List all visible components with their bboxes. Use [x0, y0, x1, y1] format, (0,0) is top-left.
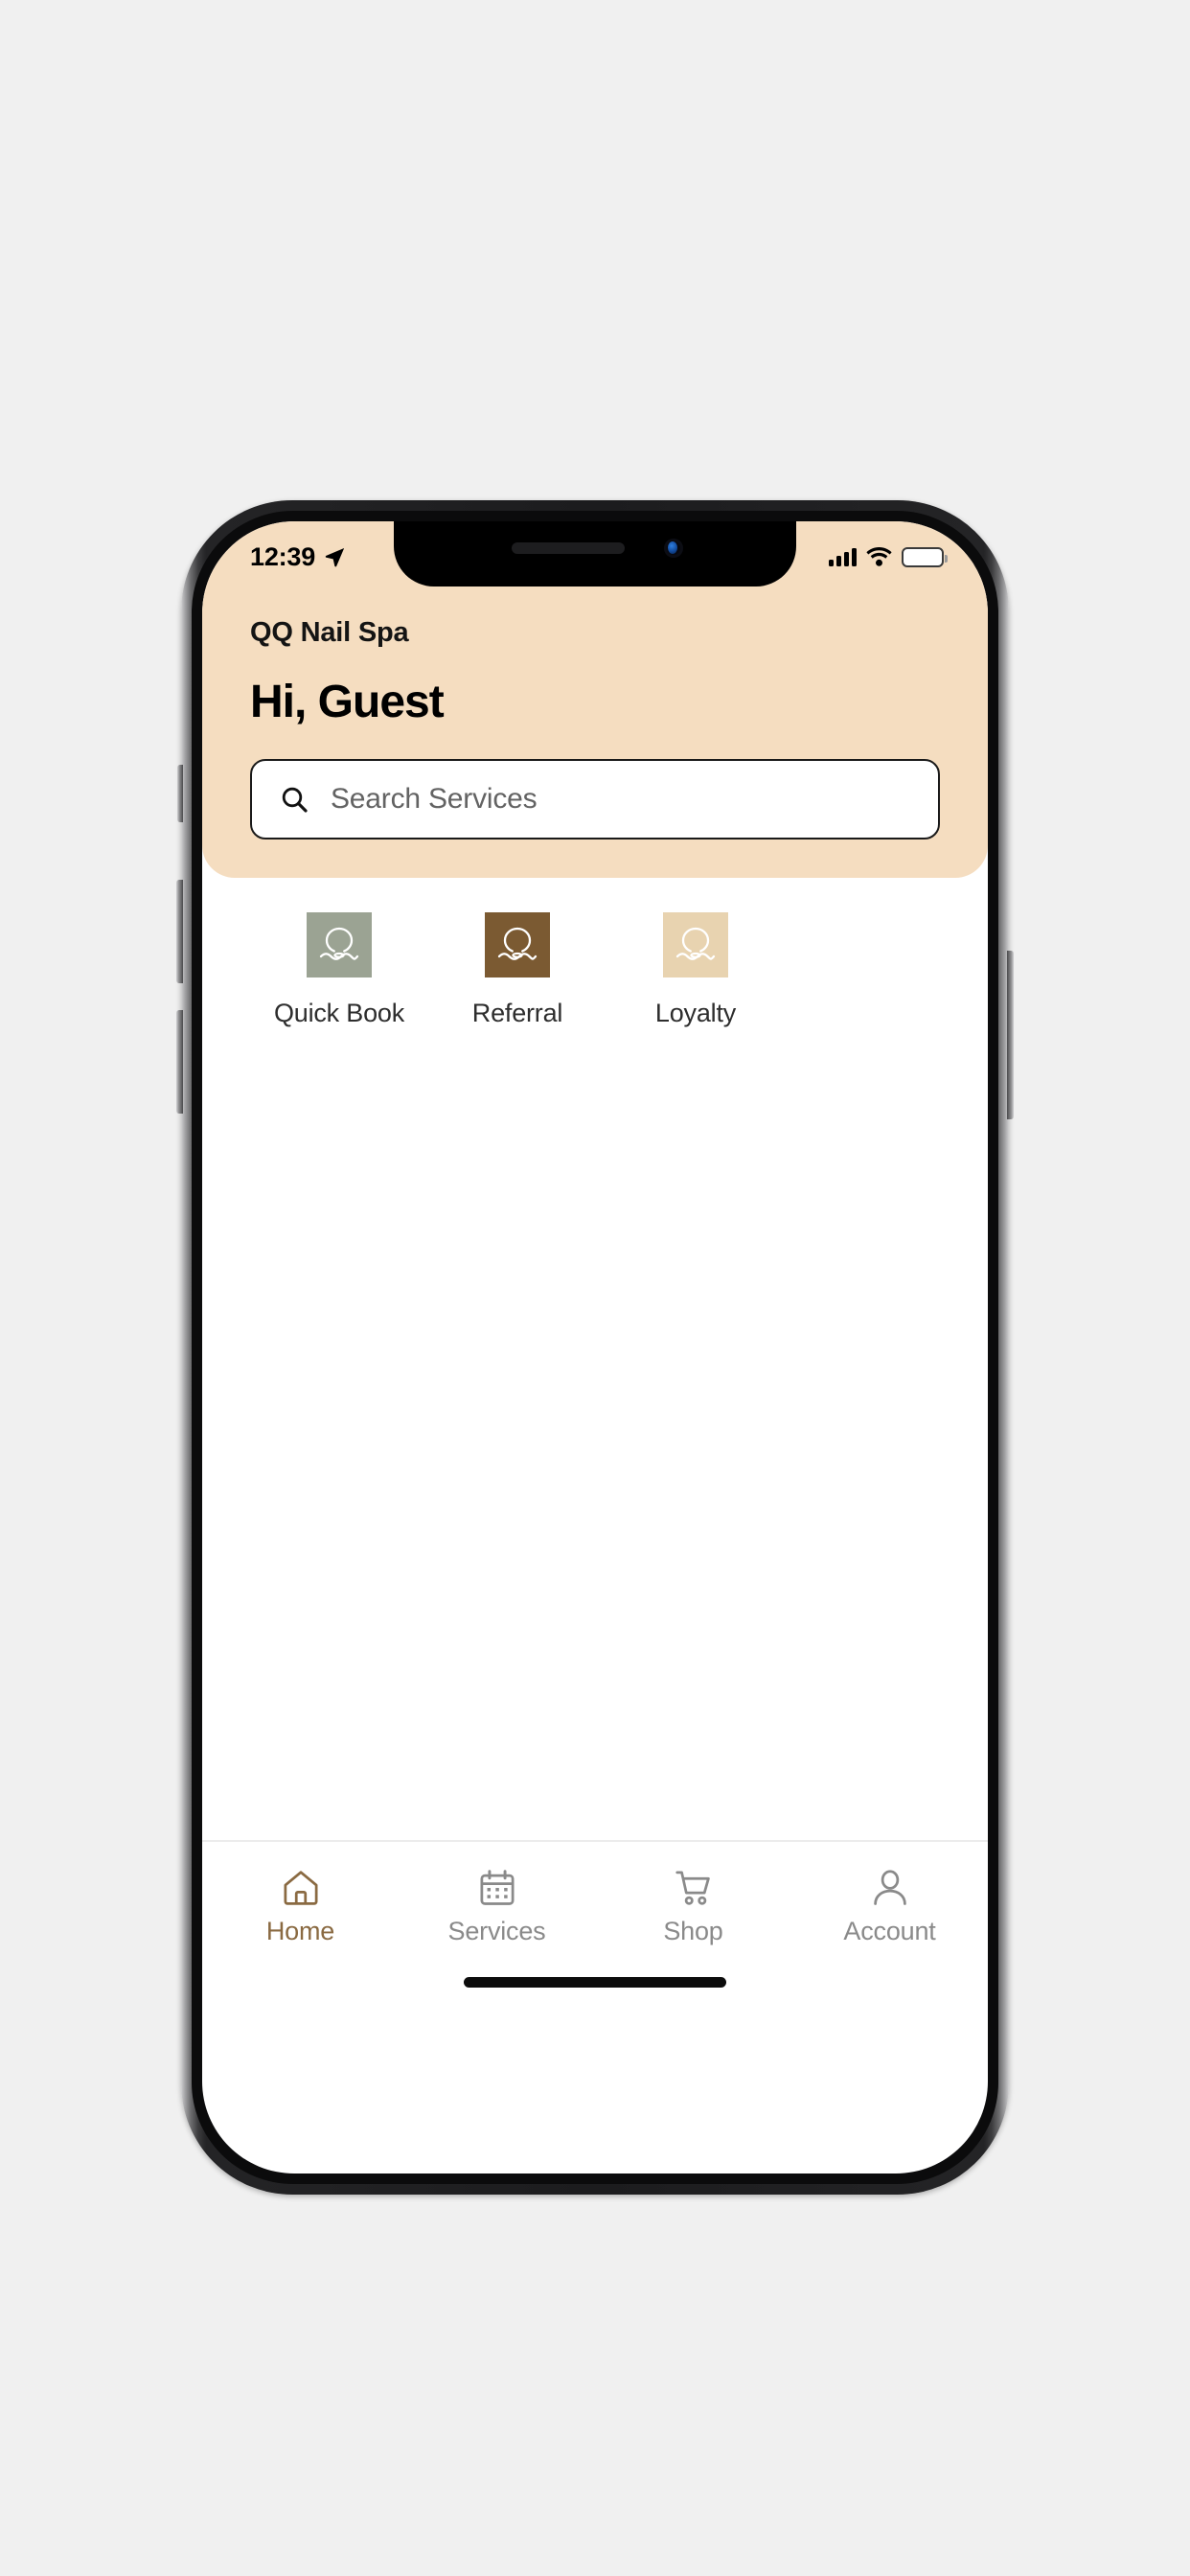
qq-logo-icon [319, 927, 359, 960]
search-icon [282, 787, 308, 813]
search-section: Search Services [202, 728, 988, 878]
status-time: 12:39 [250, 541, 316, 571]
nav-label: Shop [663, 1917, 723, 1945]
home-indicator[interactable] [464, 1977, 726, 1988]
location-arrow-icon [325, 548, 345, 567]
main-content: Quick Book Referral Loyalty Home Service… [202, 878, 988, 2009]
quick-action-referral[interactable]: Referral [428, 912, 606, 1028]
quick-action-loyalty[interactable]: Loyalty [606, 912, 785, 1028]
quick-action-quick-book[interactable]: Quick Book [250, 912, 428, 1028]
home-icon [283, 1871, 318, 1905]
power-button[interactable] [1007, 951, 1014, 1119]
search-placeholder: Search Services [331, 783, 538, 815]
volume-up-button[interactable] [176, 880, 183, 983]
volume-down-button[interactable] [176, 1010, 183, 1114]
nav-item-home[interactable]: Home [202, 1867, 399, 1946]
status-bar-left: 12:39 [250, 542, 346, 572]
wifi-icon [866, 547, 892, 566]
nav-item-services[interactable]: Services [399, 1867, 595, 1946]
silence-switch[interactable] [177, 765, 183, 822]
phone-device: 12:39 QQ Nail Spa Hi, Guest Search Servi… [176, 500, 1014, 2195]
nav-item-account[interactable]: Account [791, 1867, 988, 1946]
earpiece-speaker [512, 542, 625, 554]
greeting-text: Hi, Guest [250, 677, 445, 727]
quick-action-label: Loyalty [654, 999, 737, 1027]
qq-logo-icon [675, 927, 716, 960]
loyalty-tile [663, 912, 728, 978]
battery-low-power-icon [902, 546, 948, 567]
qq-logo-icon [497, 927, 538, 960]
quick-book-tile [307, 912, 372, 978]
quick-action-label: Quick Book [273, 999, 405, 1027]
nav-label: Services [447, 1917, 546, 1945]
quick-actions-row: Quick Book Referral Loyalty [202, 878, 988, 1028]
notch [394, 521, 796, 586]
phone-screen: 12:39 QQ Nail Spa Hi, Guest Search Servi… [202, 521, 988, 2174]
search-input[interactable]: Search Services [250, 759, 940, 840]
referral-tile [485, 912, 550, 978]
calendar-icon [479, 1870, 515, 1905]
person-icon [873, 1870, 906, 1905]
cart-icon [675, 1871, 710, 1905]
status-bar-right [829, 546, 948, 567]
nav-item-shop[interactable]: Shop [595, 1867, 791, 1946]
front-camera-icon [664, 539, 683, 558]
quick-action-label: Referral [471, 999, 563, 1027]
cellular-signal-icon [829, 547, 857, 566]
nav-label: Account [843, 1917, 936, 1945]
nav-label: Home [265, 1917, 335, 1945]
page-backdrop: 12:39 QQ Nail Spa Hi, Guest Search Servi… [0, 0, 1190, 2576]
brand-title: QQ Nail Spa [250, 617, 409, 648]
